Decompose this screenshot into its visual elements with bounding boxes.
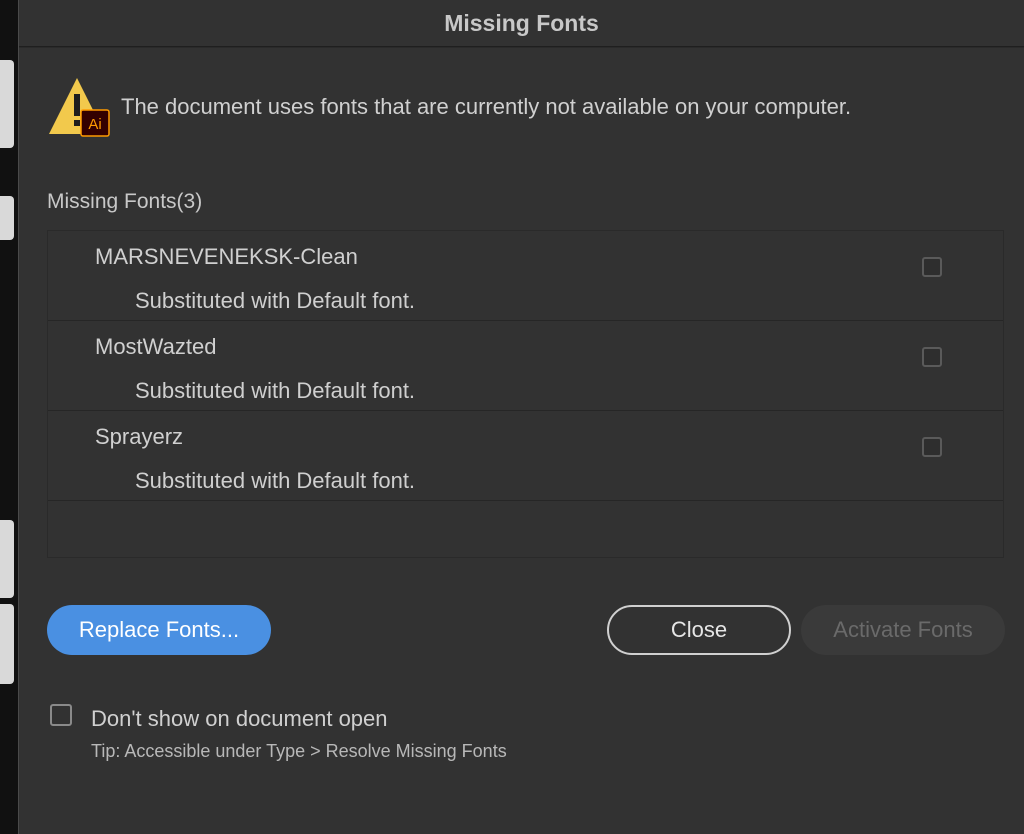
ai-badge-text: Ai bbox=[88, 116, 101, 133]
list-item[interactable]: Sprayerz Substituted with Default font. bbox=[48, 411, 1003, 501]
close-button[interactable]: Close bbox=[607, 605, 791, 655]
missing-fonts-list[interactable]: MARSNEVENEKSK-Clean Substituted with Def… bbox=[47, 230, 1004, 558]
font-checkbox[interactable] bbox=[922, 437, 942, 457]
background-app-strip bbox=[0, 0, 18, 834]
list-item[interactable]: MARSNEVENEKSK-Clean Substituted with Def… bbox=[48, 231, 1003, 321]
font-checkbox[interactable] bbox=[922, 257, 942, 277]
warning-message: The document uses fonts that are current… bbox=[121, 94, 852, 119]
missing-fonts-dialog: Missing Fonts Ai The document uses fonts… bbox=[18, 0, 1024, 834]
font-name: MostWazted bbox=[95, 334, 217, 359]
background-chip bbox=[0, 60, 14, 148]
list-item[interactable]: MostWazted Substituted with Default font… bbox=[48, 321, 1003, 411]
font-name: MARSNEVENEKSK-Clean bbox=[95, 244, 358, 269]
font-substitution-status: Substituted with Default font. bbox=[135, 468, 416, 493]
font-checkbox[interactable] bbox=[922, 347, 942, 367]
dialog-title: Missing Fonts bbox=[19, 0, 1024, 47]
tip-text: Tip: Accessible under Type > Resolve Mis… bbox=[91, 741, 507, 761]
warning-icon: Ai bbox=[49, 78, 110, 137]
font-substitution-status: Substituted with Default font. bbox=[135, 378, 416, 403]
background-chip bbox=[0, 604, 14, 684]
replace-fonts-button[interactable]: Replace Fonts... bbox=[47, 605, 271, 655]
background-chip bbox=[0, 196, 14, 240]
background-chip bbox=[0, 520, 14, 598]
font-name: Sprayerz bbox=[95, 424, 184, 449]
dont-show-checkbox[interactable] bbox=[50, 704, 72, 726]
activate-fonts-button[interactable]: Activate Fonts bbox=[801, 605, 1005, 655]
missing-fonts-list-title: Missing Fonts(3) bbox=[47, 190, 203, 213]
dont-show-label[interactable]: Don't show on document open bbox=[91, 706, 388, 732]
font-substitution-status: Substituted with Default font. bbox=[135, 288, 416, 313]
